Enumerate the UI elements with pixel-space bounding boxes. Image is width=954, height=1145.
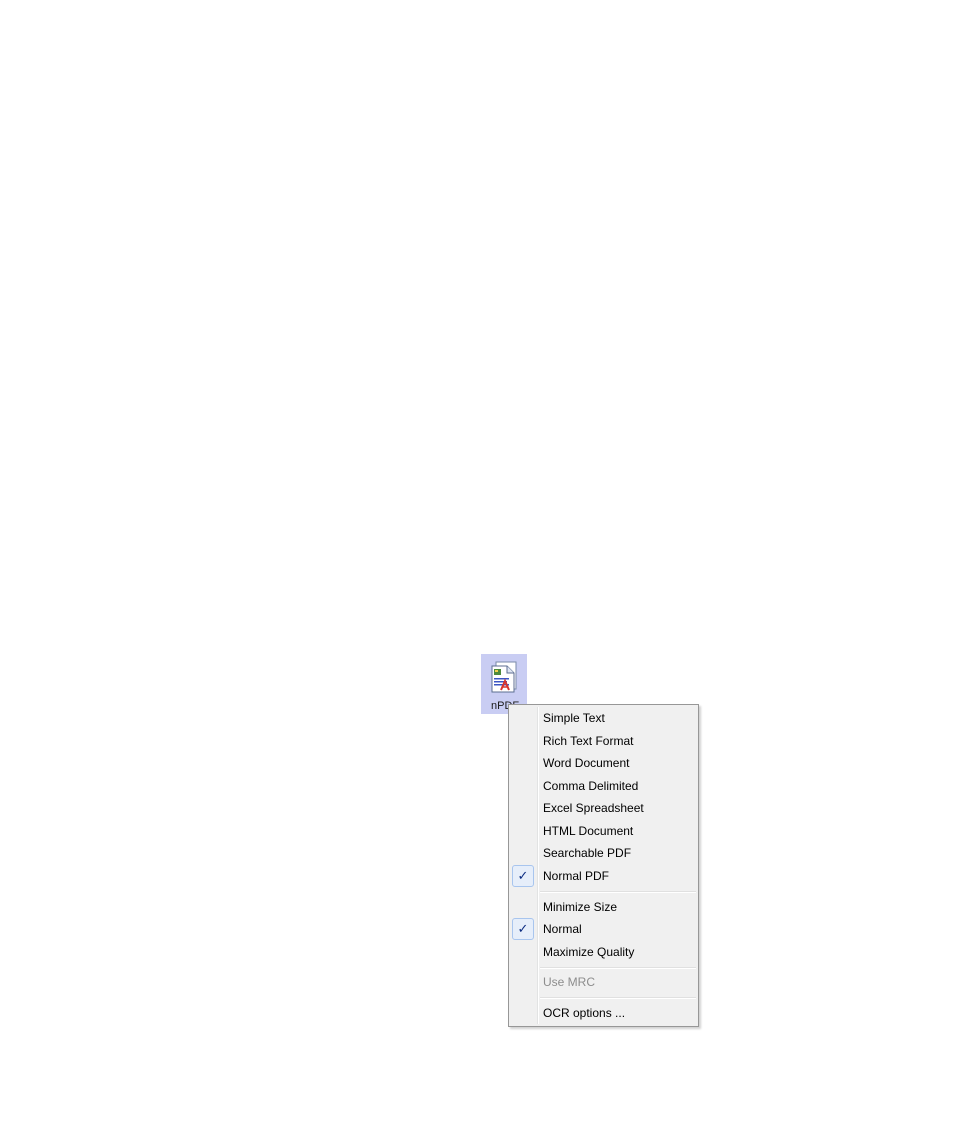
menu-item-label: Excel Spreadsheet (543, 801, 644, 815)
menu-separator (540, 967, 696, 969)
menu-item-searchable-pdf[interactable]: Searchable PDF (511, 842, 696, 864)
menu-item-normal-pdf[interactable]: ✓ Normal PDF (511, 865, 696, 887)
menu-item-word-document[interactable]: Word Document (511, 752, 696, 774)
checkmark-icon: ✓ (512, 865, 534, 887)
menu-item-label: Normal PDF (543, 869, 610, 883)
menu-item-label: Comma Delimited (543, 779, 639, 793)
menu-item-label: Rich Text Format (543, 734, 634, 748)
checkmark-icon: ✓ (512, 918, 534, 940)
menu-item-label: Searchable PDF (543, 846, 632, 860)
menu-item-rich-text-format[interactable]: Rich Text Format (511, 730, 696, 752)
menu-item-label: OCR options ... (543, 1006, 626, 1020)
menu-item-label: Normal (543, 922, 582, 936)
menu-separator (540, 891, 696, 893)
menu-separator (540, 997, 696, 999)
menu-item-label: Minimize Size (543, 900, 618, 914)
menu-item-use-mrc: Use MRC (511, 971, 696, 993)
menu-item-label: Use MRC (543, 975, 596, 989)
menu-item-label: Simple Text (543, 711, 605, 725)
menu-item-html-document[interactable]: HTML Document (511, 820, 696, 842)
menu-item-label: Word Document (543, 756, 630, 770)
menu-item-label: Maximize Quality (543, 945, 635, 959)
menu-item-minimize-size[interactable]: Minimize Size (511, 896, 696, 918)
menu-item-excel-spreadsheet[interactable]: Excel Spreadsheet (511, 797, 696, 819)
menu-item-maximize-quality[interactable]: Maximize Quality (511, 941, 696, 963)
menu-item-label: HTML Document (543, 824, 634, 838)
context-menu: Simple Text Rich Text Format Word Docume… (508, 704, 699, 1027)
menu-item-simple-text[interactable]: Simple Text (511, 707, 696, 729)
menu-item-normal[interactable]: ✓ Normal (511, 918, 696, 940)
menu-item-comma-delimited[interactable]: Comma Delimited (511, 775, 696, 797)
pdf-document-icon (491, 661, 517, 693)
menu-item-ocr-options[interactable]: OCR options ... (511, 1002, 696, 1024)
